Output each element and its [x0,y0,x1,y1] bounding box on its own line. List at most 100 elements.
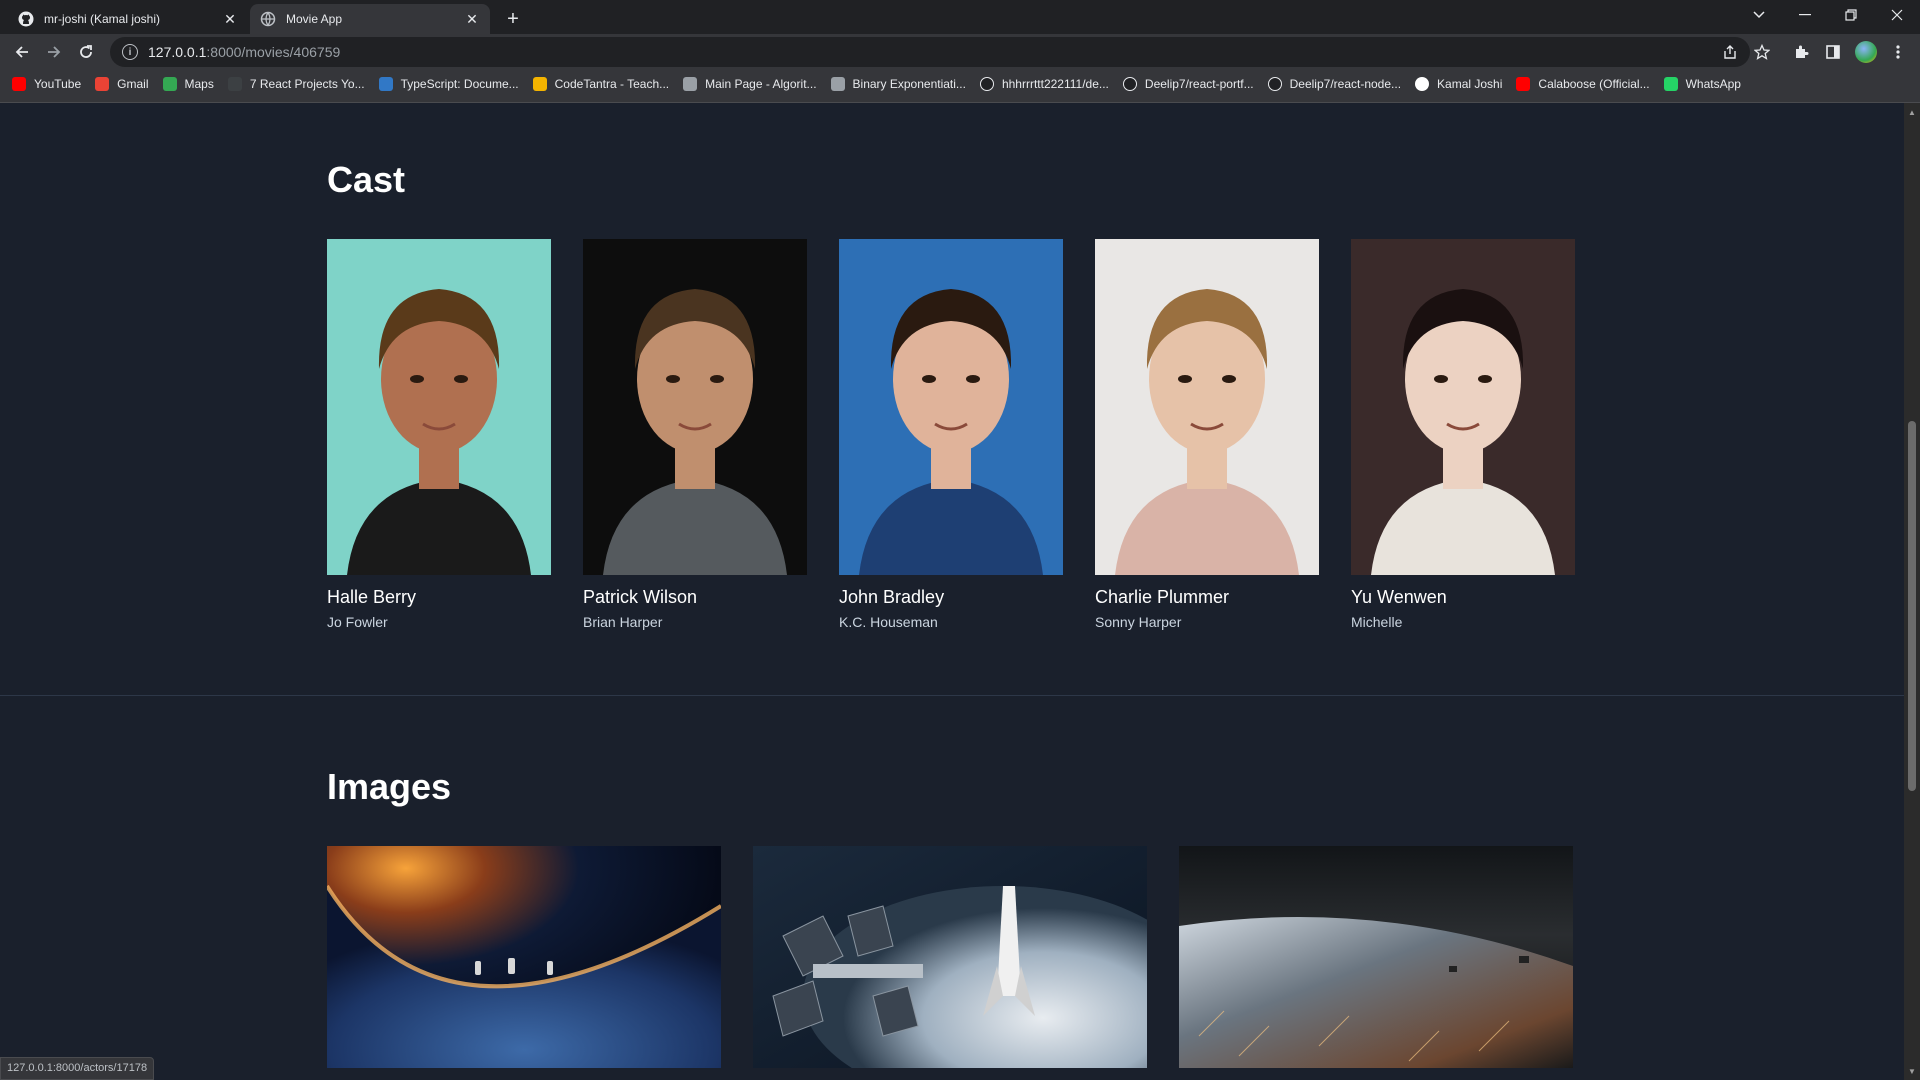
tab-strip: mr-joshi (Kamal joshi) ✕ Movie App ✕ + [0,0,1920,34]
github-icon [18,11,34,27]
github-icon [1267,77,1282,91]
bookmark-label: Deelip7/react-node... [1289,77,1402,91]
cast-grid: Halle Berry Jo Fowler Patrick Wilson Brian … [327,239,1575,630]
bookmark-star-icon[interactable] [1752,42,1772,62]
cast-heading: Cast [327,159,406,200]
bookmark-item[interactable]: 7 React Projects Yo... [227,77,365,91]
vertical-scrollbar[interactable]: ▲ ▼ [1904,103,1920,1080]
forward-icon[interactable] [40,38,68,66]
images-grid [327,846,1573,1068]
bookmark-item[interactable]: Binary Exponentiati... [830,77,966,91]
images-heading: Images [327,766,452,807]
bookmark-label: Gmail [117,77,149,91]
cast-card[interactable]: Yu Wenwen Michelle [1351,239,1575,630]
character-name: Jo Fowler [327,614,388,630]
actor-name[interactable]: Yu Wenwen [1351,587,1575,608]
restore-icon[interactable] [1828,0,1874,30]
profile-avatar[interactable] [1855,41,1877,63]
bookmark-label: Kamal Joshi [1437,77,1503,91]
actor-name[interactable]: John Bradley [839,587,1063,608]
algorithmica-icon [683,77,698,91]
url-path: :8000/movies/406759 [206,44,341,60]
browser-chrome: mr-joshi (Kamal joshi) ✕ Movie App ✕ + i… [0,0,1920,103]
bookmark-item[interactable]: YouTube [12,77,81,91]
bookmark-label: Deelip7/react-portf... [1144,77,1254,91]
site-info-icon[interactable]: i [122,44,138,60]
close-window-icon[interactable] [1874,0,1920,30]
bookmark-label: Calaboose (Official... [1538,77,1650,91]
scroll-thumb[interactable] [1908,421,1916,791]
bookmark-label: WhatsApp [1685,77,1741,91]
character-name: K.C. Houseman [839,614,938,630]
character-name: Sonny Harper [1095,614,1182,630]
actor-photo[interactable] [327,239,551,575]
tab-search-icon[interactable] [1736,0,1782,30]
youtube-icon [12,77,26,91]
bookmark-label: TypeScript: Docume... [400,77,519,91]
character-name: Michelle [1351,614,1403,630]
moon-astronauts-still[interactable] [327,846,721,1068]
cast-card[interactable]: Halle Berry Jo Fowler [327,239,551,630]
tab-movie-app[interactable]: Movie App ✕ [250,4,490,34]
address-bar[interactable]: i 127.0.0.1:8000/movies/406759 [110,37,1750,67]
bookmark-item[interactable]: Gmail [95,77,149,91]
youtube-icon [1516,77,1531,91]
scroll-down-icon[interactable]: ▼ [1904,1064,1920,1078]
actor-photo[interactable] [839,239,1063,575]
actor-photo[interactable] [1351,239,1575,575]
bookmarks-bar: YouTube Gmail Maps 7 React Projects Yo... Ty… [0,72,1920,96]
bookmark-item[interactable]: Maps [162,77,214,91]
bookmark-item[interactable]: Kamal Joshi [1415,77,1502,91]
bookmark-item[interactable]: Deelip7/react-node... [1267,77,1402,91]
earth-orbit-still[interactable] [1179,846,1573,1068]
globe-icon [260,11,276,27]
side-panel-icon[interactable] [1823,42,1843,62]
react-projects-icon [227,77,242,91]
tab-github[interactable]: mr-joshi (Kamal joshi) ✕ [8,4,248,34]
menu-icon[interactable] [1888,42,1908,62]
bookmark-item[interactable]: CodeTantra - Teach... [532,77,669,91]
actor-photo[interactable] [583,239,807,575]
section-divider [0,695,1904,696]
actor-photo[interactable] [1095,239,1319,575]
cast-card[interactable]: Patrick Wilson Brian Harper [583,239,807,630]
bookmark-label: YouTube [34,77,82,91]
close-tab-icon[interactable]: ✕ [222,11,238,28]
vercel-icon [1415,77,1430,91]
actor-name[interactable]: Charlie Plummer [1095,587,1319,608]
character-name: Brian Harper [583,614,663,630]
bookmark-label: Binary Exponentiati... [852,77,966,91]
actor-name[interactable]: Patrick Wilson [583,587,807,608]
bookmark-item[interactable]: WhatsApp [1663,77,1741,91]
bookmark-item[interactable]: Main Page - Algorit... [683,77,817,91]
status-bar-url: 127.0.0.1:8000/actors/17178 [0,1057,155,1080]
space-station-still[interactable] [753,846,1147,1068]
cast-card[interactable]: Charlie Plummer Sonny Harper [1095,239,1319,630]
scroll-up-icon[interactable]: ▲ [1904,105,1920,119]
cp-algorithms-icon [830,77,845,91]
bookmark-label: Maps [184,77,214,91]
bookmark-item[interactable]: hhhrrrttt222111/de... [979,77,1109,91]
bookmark-item[interactable]: TypeScript: Docume... [378,77,519,91]
github-icon [1122,77,1137,91]
close-tab-icon[interactable]: ✕ [464,11,480,28]
back-icon[interactable] [8,38,36,66]
bookmark-label: Main Page - Algorit... [705,77,817,91]
bookmark-item[interactable]: Deelip7/react-portf... [1122,77,1254,91]
bookmark-label: hhhrrrttt222111/de... [1001,77,1109,91]
maps-icon [162,77,177,91]
extensions-icon[interactable] [1791,42,1811,62]
reload-icon[interactable] [72,38,100,66]
new-tab-button[interactable]: + [500,6,526,32]
cast-card[interactable]: John Bradley K.C. Houseman [839,239,1063,630]
bookmark-label: 7 React Projects Yo... [249,77,365,91]
github-icon [979,77,994,91]
tab-title: mr-joshi (Kamal joshi) [44,12,161,26]
share-icon[interactable] [1720,42,1740,62]
actor-name[interactable]: Halle Berry [327,587,551,608]
bookmark-item[interactable]: Calaboose (Official... [1516,77,1650,91]
typescript-icon [378,77,393,91]
codetantra-icon [532,77,547,91]
minimize-icon[interactable] [1782,0,1828,30]
toolbar: i 127.0.0.1:8000/movies/406759 [0,34,1920,70]
